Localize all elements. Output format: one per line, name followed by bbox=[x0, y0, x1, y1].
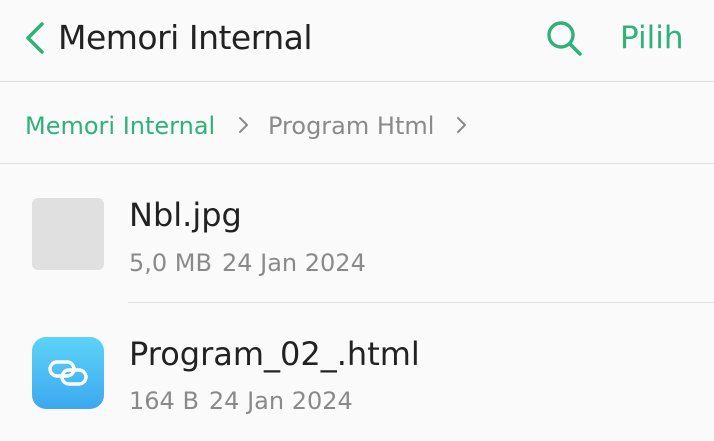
breadcrumb-item-memori-internal[interactable]: Memori Internal bbox=[25, 109, 215, 143]
chevron-right-icon bbox=[236, 115, 250, 135]
search-icon bbox=[547, 21, 582, 56]
page-title: Memori Internal bbox=[58, 18, 313, 57]
file-date: 24 Jan 2024 bbox=[208, 387, 353, 415]
breadcrumb-item-program-html[interactable]: Program Html bbox=[268, 109, 434, 143]
file-date: 24 Jan 2024 bbox=[221, 249, 366, 277]
chevron-left-icon bbox=[26, 22, 44, 54]
chevron-right-icon bbox=[454, 115, 468, 135]
file-size: 5,0 MB bbox=[129, 249, 212, 277]
file-meta: 5,0 MB 24 Jan 2024 bbox=[129, 248, 366, 278]
file-row[interactable]: Program_02_.html 164 B 24 Jan 2024 bbox=[0, 303, 714, 441]
link-file-icon bbox=[32, 337, 104, 409]
file-name: Program_02_.html bbox=[129, 335, 420, 373]
file-name: Nbl.jpg bbox=[129, 196, 242, 234]
select-button[interactable]: Pilih bbox=[620, 16, 684, 60]
file-row[interactable]: Nbl.jpg 5,0 MB 24 Jan 2024 bbox=[0, 165, 714, 303]
search-button[interactable] bbox=[542, 16, 586, 60]
back-button[interactable] bbox=[18, 18, 54, 58]
file-meta: 164 B 24 Jan 2024 bbox=[129, 386, 353, 416]
breadcrumb: Memori Internal Program Html bbox=[0, 83, 714, 164]
image-thumbnail-icon bbox=[32, 198, 104, 270]
file-size: 164 B bbox=[129, 387, 199, 415]
app-header: Memori Internal Pilih bbox=[0, 0, 714, 82]
